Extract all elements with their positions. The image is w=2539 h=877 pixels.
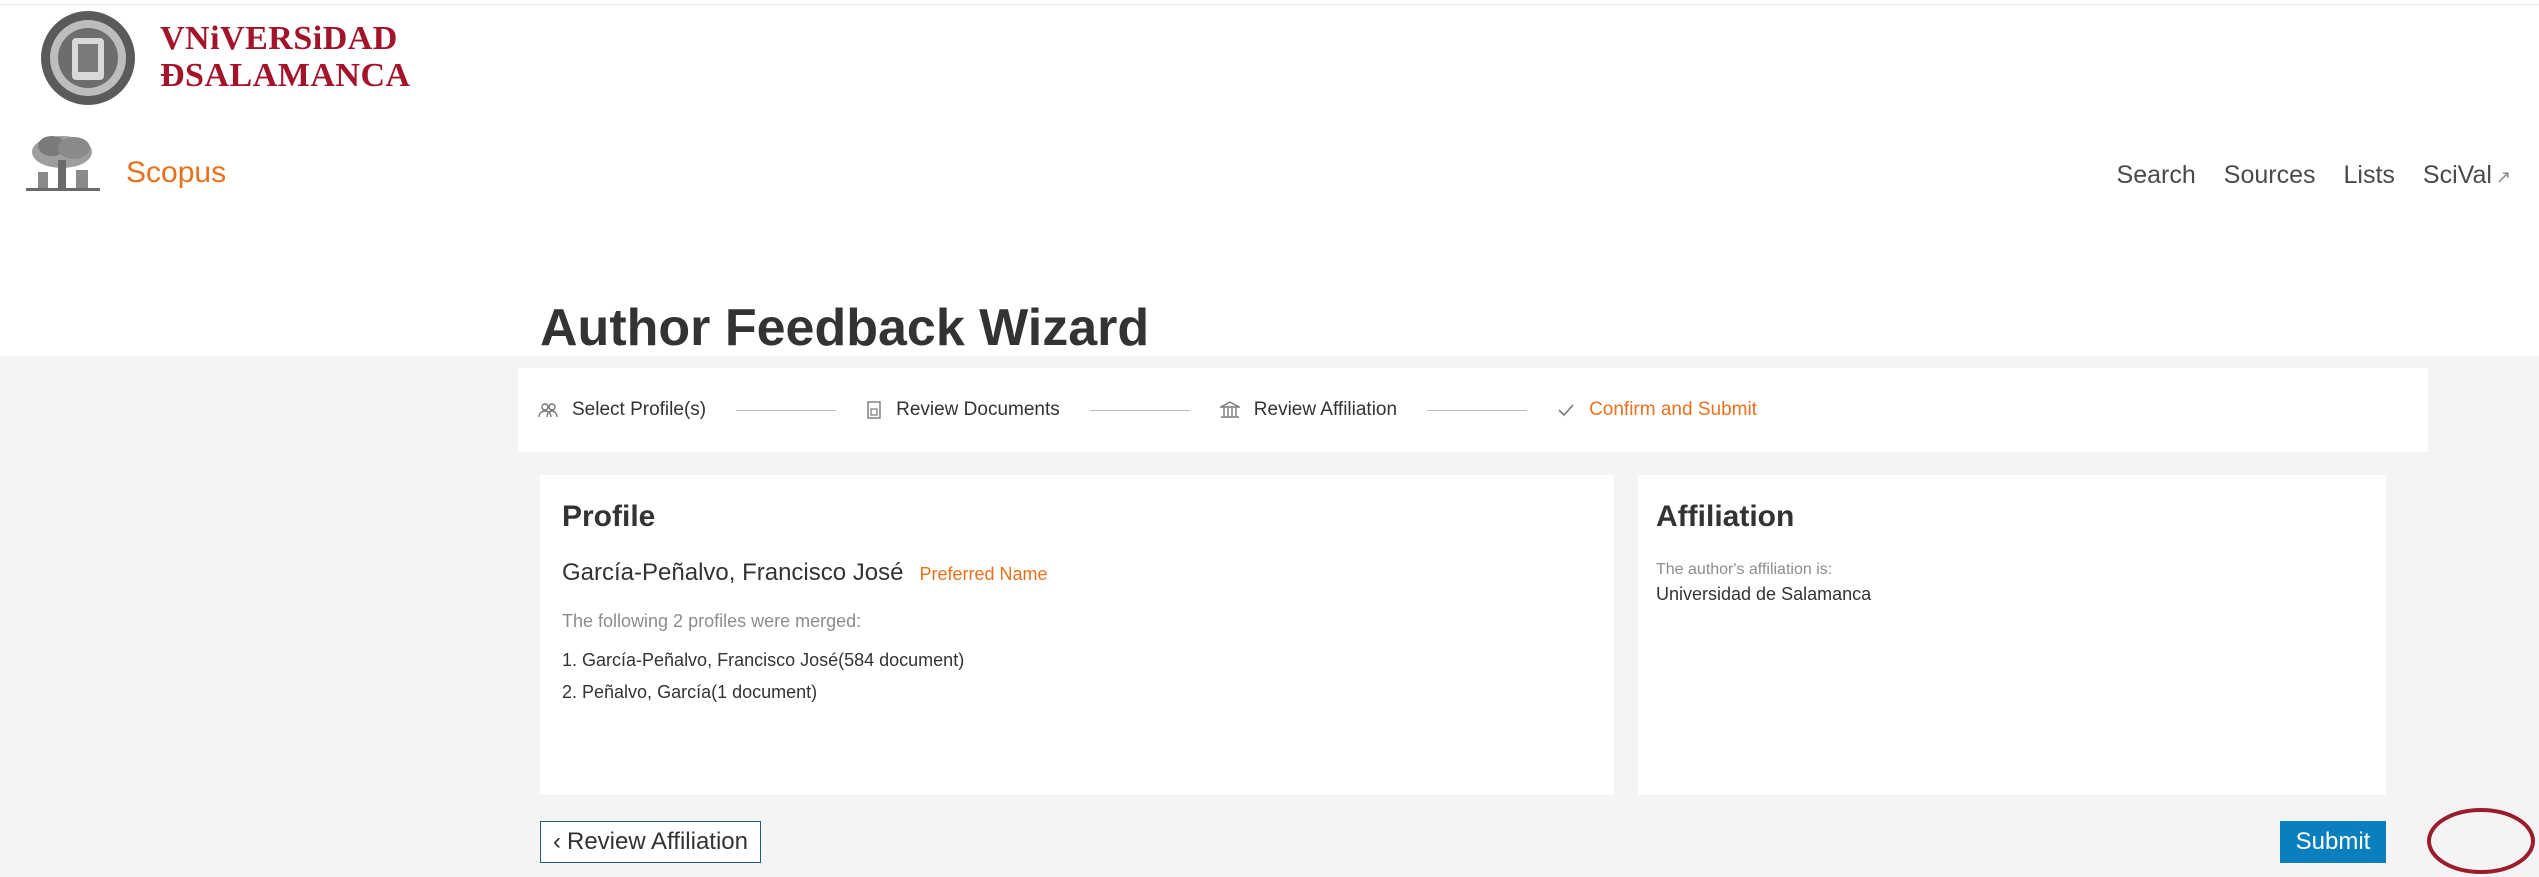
university-wordmark: VNiVERSiDAD ÐSALAMANCA <box>160 20 411 94</box>
nav-sources-link[interactable]: Sources <box>2224 159 2316 193</box>
preferred-name-badge: Preferred Name <box>919 564 1048 584</box>
affiliation-label: The author's affiliation is: <box>1656 561 1833 578</box>
author-name: García-Peñalvo, Francisco José <box>562 559 904 586</box>
step-connector <box>736 409 837 411</box>
back-button-label: Review Affiliation <box>567 828 748 855</box>
nav-lists-link[interactable]: Lists <box>2343 159 2394 193</box>
nav-scival-label: SciVal <box>2422 161 2492 189</box>
back-to-review-affiliation-button[interactable]: ‹ Review Affiliation <box>540 821 761 863</box>
university-seal-logo <box>41 11 135 105</box>
building-icon <box>1219 401 1240 418</box>
profile-card-title: Profile <box>562 500 656 533</box>
elsevier-tree-logo <box>22 132 104 194</box>
wizard-stepper: Select Profile(s) Review Documents Revie… <box>518 368 2428 452</box>
affiliation-card-title: Affiliation <box>1656 500 1795 533</box>
top-divider <box>0 4 2539 5</box>
university-line-2: ÐSALAMANCA <box>160 57 411 94</box>
author-name-row: García-Peñalvo, Francisco José Preferred… <box>562 559 1592 587</box>
page-title: Author Feedback Wizard <box>540 298 1150 357</box>
submit-highlight-oval <box>2427 808 2535 874</box>
merged-profile-item: 2. Peñalvo, García(1 document) <box>562 682 818 702</box>
top-navigation: Search Sources Lists SciVal ↗ <box>2117 159 2511 193</box>
nav-scival-link[interactable]: SciVal ↗ <box>2423 159 2511 193</box>
step-connector <box>1427 409 1528 411</box>
nav-search-link[interactable]: Search <box>2117 159 2196 193</box>
step-label: Review Affiliation <box>1253 399 1398 420</box>
step-confirm-and-submit[interactable]: Confirm and Submit <box>1557 399 1757 421</box>
merged-profiles-note: The following 2 profiles were merged: <box>562 611 862 631</box>
university-line-1: VNiVERSiDAD <box>160 20 398 57</box>
scopus-brand-link[interactable]: Scopus <box>126 156 226 190</box>
external-link-icon: ↗ <box>2495 167 2511 187</box>
step-review-affiliation[interactable]: Review Affiliation <box>1219 399 1398 421</box>
chevron-left-icon: ‹ <box>553 828 561 855</box>
people-icon <box>538 403 558 418</box>
check-icon <box>1558 404 1574 417</box>
affiliation-value: Universidad de Salamanca <box>1656 584 1872 604</box>
step-review-documents[interactable]: Review Documents <box>866 399 1060 421</box>
merged-profile-item: 1. García-Peñalvo, Francisco José(584 do… <box>562 650 965 670</box>
step-select-profiles[interactable]: Select Profile(s) <box>538 399 706 421</box>
step-label: Confirm and Submit <box>1589 399 1757 420</box>
affiliation-card: Affiliation The author's affiliation is:… <box>1638 475 2386 795</box>
document-icon <box>867 401 881 419</box>
profile-card: Profile García-Peñalvo, Francisco José P… <box>540 475 1614 795</box>
step-label: Select Profile(s) <box>572 399 707 420</box>
step-connector <box>1089 409 1190 411</box>
submit-button[interactable]: Submit <box>2280 821 2386 863</box>
step-label: Review Documents <box>896 399 1060 420</box>
